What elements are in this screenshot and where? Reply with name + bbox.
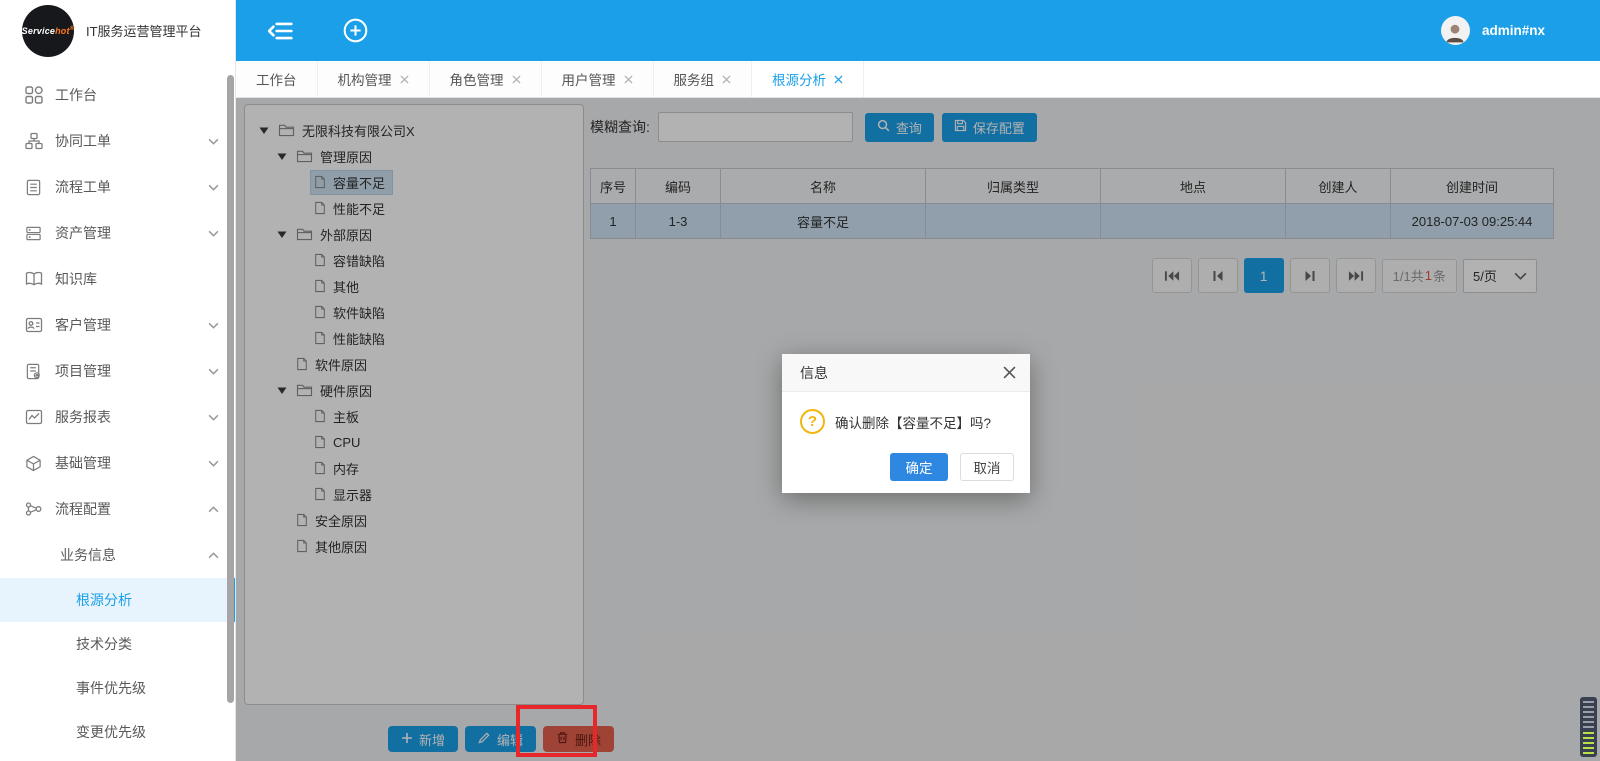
chevron-down-icon (207, 460, 219, 467)
sidebar-item[interactable]: 服务报表 (0, 394, 235, 440)
dialog-title: 信息 (800, 363, 828, 383)
sidebar-item-label: 流程工单 (55, 177, 111, 197)
tab[interactable]: 服务组 (654, 61, 753, 97)
chevron-down-icon (207, 322, 219, 329)
close-icon[interactable] (400, 75, 409, 84)
sidebar-group-business-info[interactable]: 业务信息 (0, 532, 235, 578)
customer-icon (24, 316, 43, 334)
close-icon[interactable] (512, 75, 521, 84)
confirm-button[interactable]: 确定 (890, 453, 948, 481)
sidebar-item-label: 服务报表 (55, 407, 111, 427)
sidebar-subitem[interactable]: 技术分类 (0, 622, 235, 666)
chevron-down-icon (207, 230, 219, 237)
click-annotation-box (516, 705, 597, 757)
dialog-close-icon[interactable] (1003, 366, 1016, 379)
tab[interactable]: 根源分析 (752, 61, 864, 97)
close-icon[interactable] (722, 75, 731, 84)
asset-icon (24, 224, 43, 242)
workbench-icon (24, 86, 43, 104)
dialog-message: 确认删除【容量不足】吗? (835, 412, 991, 432)
project-icon (24, 362, 43, 380)
tab-strip: 工作台 机构管理 角色管理 用户管理 服务组 根源分析 (236, 61, 1600, 98)
sidebar-item-label: 知识库 (55, 269, 97, 289)
chevron-up-icon (207, 506, 219, 513)
sidebar-item-label: 工作台 (55, 85, 97, 105)
sidebar-item[interactable]: 项目管理 (0, 348, 235, 394)
sidebar-item[interactable]: 流程工单 (0, 164, 235, 210)
sidebar-item-label: 客户管理 (55, 315, 111, 335)
app-logo: Servicehot® IT服务运营管理平台 (0, 0, 235, 61)
chevron-down-icon (207, 138, 219, 145)
sidebar-item-label: 资产管理 (55, 223, 111, 243)
sidebar-subitem-label: 技术分类 (76, 634, 132, 654)
cancel-button[interactable]: 取消 (960, 453, 1014, 481)
sidebar-subitem-label: 根源分析 (76, 590, 132, 610)
sidebar-item[interactable]: 工作台 (0, 72, 235, 118)
sidebar-subitem[interactable]: 根源分析 (0, 578, 235, 622)
chevron-down-icon (207, 368, 219, 375)
avatar[interactable] (1441, 16, 1470, 45)
username[interactable]: admin#nx (1482, 23, 1545, 38)
flow-config-icon (24, 500, 43, 518)
knowledge-icon (24, 270, 43, 288)
sidebar: Servicehot® IT服务运营管理平台 工作台 协同工单 流程工单 (0, 0, 236, 761)
tab[interactable]: 工作台 (236, 61, 318, 97)
sidebar-scrollbar[interactable] (227, 75, 234, 703)
sidebar-item[interactable]: 知识库 (0, 256, 235, 302)
topbar: admin#nx (236, 0, 1600, 61)
report-icon (24, 408, 43, 426)
sidebar-subitem-label: 事件优先级 (76, 678, 146, 698)
sidebar-item[interactable]: 基础管理 (0, 440, 235, 486)
chevron-down-icon (207, 184, 219, 191)
chevron-down-icon (207, 414, 219, 421)
sidebar-item[interactable]: 协同工单 (0, 118, 235, 164)
collapse-menu-icon[interactable] (268, 21, 293, 41)
performance-widget (1580, 697, 1597, 757)
sidebar-subitem-label: 变更优先级 (76, 722, 146, 742)
sidebar-item-label: 基础管理 (55, 453, 111, 473)
add-circle-icon[interactable] (343, 18, 368, 43)
process-order-icon (24, 178, 43, 196)
close-icon[interactable] (834, 75, 843, 84)
sidebar-item[interactable]: 资产管理 (0, 210, 235, 256)
sidebar-item-label: 流程配置 (55, 499, 111, 519)
base-icon (24, 454, 43, 472)
sidebar-item[interactable]: 客户管理 (0, 302, 235, 348)
tab[interactable]: 机构管理 (318, 61, 430, 97)
sidebar-group-label: 业务信息 (60, 545, 116, 565)
confirm-dialog: 信息 ? 确认删除【容量不足】吗? 确定 取消 (782, 354, 1030, 493)
sidebar-subitem[interactable]: 事件优先级 (0, 666, 235, 710)
app-title: IT服务运营管理平台 (86, 21, 202, 40)
tab[interactable]: 角色管理 (430, 61, 542, 97)
question-icon: ? (800, 409, 825, 434)
brand-logo: Servicehot® (22, 5, 74, 57)
sidebar-item[interactable]: 流程配置 (0, 486, 235, 532)
sidebar-item-label: 协同工单 (55, 131, 111, 151)
close-icon[interactable] (624, 75, 633, 84)
sidebar-subitem[interactable]: 变更优先级 (0, 710, 235, 754)
sidebar-item-label: 项目管理 (55, 361, 111, 381)
collaboration-icon (24, 132, 43, 150)
sidebar-menu: 工作台 协同工单 流程工单 资产管理 知 (0, 72, 235, 754)
tab[interactable]: 用户管理 (542, 61, 654, 97)
chevron-up-icon (207, 552, 219, 559)
